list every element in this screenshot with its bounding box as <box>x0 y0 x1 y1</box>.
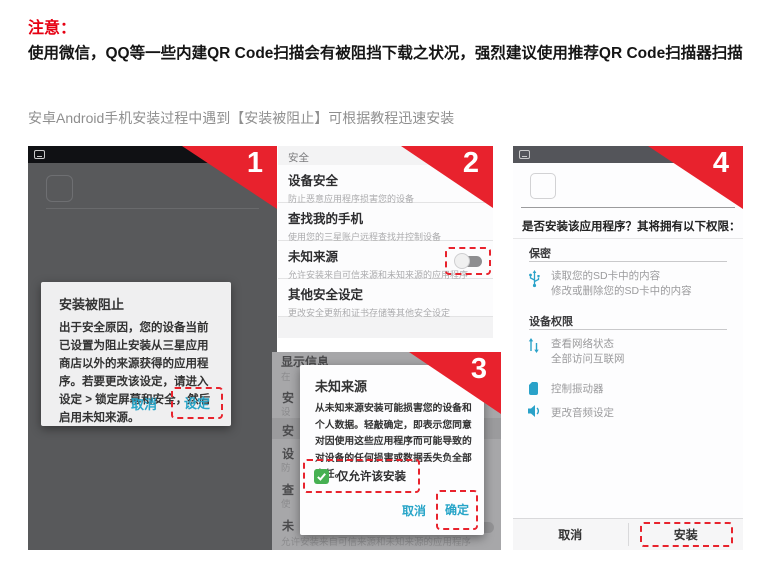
divider <box>521 207 735 208</box>
unknown-sources-toggle[interactable] <box>454 253 482 269</box>
screenshot-step1: 1 4G 7:4 安装被阻止 出于安全原因，您的设备当前已设置为阻止安装从三星应… <box>28 146 277 550</box>
app-icon-placeholder <box>530 173 556 199</box>
divider <box>529 329 727 330</box>
vibration-icon <box>527 380 543 398</box>
permission-text: 更改音频设定 <box>551 406 614 421</box>
step-badge-4: 4 <box>648 146 743 209</box>
dimmed-text: 设 <box>281 404 291 418</box>
settings-button-highlight: 设定 <box>171 387 223 419</box>
setting-item-other-security[interactable]: 其他安全设定 更改安全更新和证书存储等其他安全设定 <box>278 279 493 317</box>
dimmed-text: 在 <box>281 369 291 383</box>
warning-text: 使用微信，QQ等一些内建QR Code扫描会有被阻挡下载之状况，强烈建议使用推荐… <box>28 40 751 67</box>
permission-text: 查看网络状态 全部访问互联网 <box>551 337 625 367</box>
permission-text: 控制振动器 <box>551 382 604 397</box>
section-device-permissions: 设备权限 <box>529 313 573 329</box>
app-icon-placeholder <box>46 175 73 202</box>
section-privacy: 保密 <box>529 245 551 261</box>
cancel-button[interactable]: 取消 <box>131 394 157 413</box>
instruction-text: 安卓Android手机安装过程中遇到【安装被阻止】可根据教程迅速安装 <box>28 108 454 128</box>
screenshot-icon <box>34 150 45 159</box>
screenshot-step3: 显示信息 在 安 设 安 设 防 查 使 未 允许安装来自可信来源和未知来源的应… <box>272 352 501 550</box>
audio-settings-icon <box>527 404 543 422</box>
checkbox-label: 仅允许该安装 <box>337 468 406 484</box>
screenshot-icon <box>519 150 530 159</box>
permission-text: 读取您的SD卡中的内容 修改或删除您的SD卡中的内容 <box>551 269 692 299</box>
confirm-button-highlight: 确定 <box>436 490 478 530</box>
allow-once-checkbox[interactable] <box>314 469 329 484</box>
install-question: 是否安装该应用程序？其将拥有以下权限： <box>522 218 741 234</box>
setting-item-find-my-phone[interactable]: 查找我的手机 使用您的三星账户远程查找并控制设备 <box>278 203 493 241</box>
dialog-title: 未知来源 <box>315 376 367 395</box>
usb-storage-icon <box>527 269 543 287</box>
dimmed-text: 防 <box>281 460 291 474</box>
install-blocked-dialog: 安装被阻止 出于安全原因，您的设备当前已设置为阻止安装从三星应用商店以外的来源获… <box>41 282 231 426</box>
screenshot-step2: 安全 设备安全 防止恶意应用程序损害您的设备 查找我的手机 使用您的三星账户远程… <box>278 146 493 338</box>
checkbox-highlight: 仅允许该安装 <box>303 459 420 493</box>
note-label: 注意： <box>28 14 76 38</box>
dimmed-text: 未 <box>282 517 294 534</box>
dimmed-text: 允许安装来自可信来源和未知来源的应用程序 <box>281 534 471 548</box>
dialog-button-bar: 取消 安装 <box>513 518 743 550</box>
screenshot-step4: 1 4G 7:4 是否安装该应用程序？其将拥有以下权限： 保密 <box>513 146 743 550</box>
install-button-highlight <box>640 522 733 547</box>
unknown-sources-dialog: 未知来源 从未知来源安装可能损害您的设备和个人数据。轻敲确定，即表示您同意对因使… <box>300 365 484 535</box>
divider <box>513 238 743 239</box>
step-badge-1: 1 <box>182 146 277 209</box>
toggle-highlight <box>445 247 491 275</box>
divider <box>529 261 727 262</box>
cancel-button[interactable]: 取消 <box>513 519 628 550</box>
network-arrows-icon <box>527 337 543 355</box>
dimmed-text: 安 <box>282 422 294 439</box>
divider <box>46 208 259 209</box>
cancel-button[interactable]: 取消 <box>402 502 426 519</box>
settings-button[interactable]: 设定 <box>184 396 210 411</box>
tutorial-page: 注意： 使用微信，QQ等一些内建QR Code扫描会有被阻挡下载之状况，强烈建议… <box>0 0 767 570</box>
confirm-button[interactable]: 确定 <box>445 503 469 517</box>
dialog-title: 安装被阻止 <box>59 294 124 313</box>
check-icon <box>316 471 327 482</box>
security-section-header: 安全 <box>288 150 309 165</box>
setting-item-unknown-sources[interactable]: 未知来源 允许安装来自可信来源和未知来源的应用程序 <box>278 241 493 279</box>
dimmed-text: 使 <box>281 496 291 510</box>
